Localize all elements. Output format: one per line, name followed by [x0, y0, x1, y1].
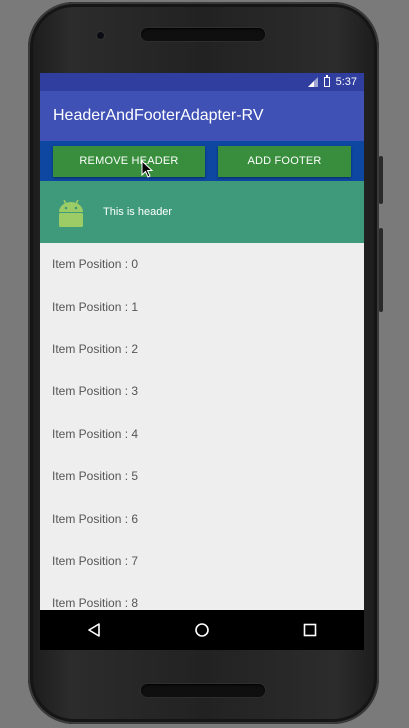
- bottom-speaker: [141, 684, 265, 697]
- list-item-label: Item Position : 7: [52, 553, 139, 568]
- item-list[interactable]: Item Position : 0 Item Position : 1 Item…: [40, 243, 364, 625]
- list-item[interactable]: Item Position : 7: [40, 540, 364, 582]
- list-item-label: Item Position : 0: [52, 257, 139, 272]
- list-item[interactable]: Item Position : 5: [40, 455, 364, 497]
- android-icon: [59, 199, 83, 227]
- list-item[interactable]: Item Position : 6: [40, 497, 364, 539]
- app-bar: HeaderAndFooterAdapter-RV: [40, 91, 364, 141]
- battery-icon: [323, 75, 330, 87]
- list-item-label: Item Position : 2: [52, 341, 139, 356]
- action-bar: REMOVE HEADER ADD FOOTER: [40, 141, 364, 181]
- list-item[interactable]: Item Position : 3: [40, 370, 364, 412]
- list-item-label: Item Position : 6: [52, 511, 139, 526]
- navigation-bar: [40, 610, 364, 650]
- list-item-label: Item Position : 1: [52, 299, 139, 314]
- front-camera: [97, 32, 104, 39]
- list-item-label: Item Position : 8: [52, 596, 139, 611]
- power-button: [379, 156, 383, 204]
- list-item[interactable]: Item Position : 2: [40, 328, 364, 370]
- status-time: 5:37: [335, 76, 357, 88]
- screen: 5:37 HeaderAndFooterAdapter-RV REMOVE HE…: [40, 73, 364, 650]
- signal-icon: [307, 77, 318, 87]
- list-item[interactable]: Item Position : 1: [40, 285, 364, 327]
- home-icon[interactable]: [194, 622, 210, 638]
- list-item[interactable]: Item Position : 4: [40, 413, 364, 455]
- back-icon[interactable]: [86, 622, 102, 638]
- list-item-label: Item Position : 5: [52, 469, 139, 484]
- app-title: HeaderAndFooterAdapter-RV: [53, 107, 264, 124]
- remove-header-button[interactable]: REMOVE HEADER: [53, 145, 205, 177]
- status-bar: 5:37: [40, 73, 364, 91]
- header-text: This is header: [103, 206, 173, 218]
- top-speaker: [141, 28, 265, 41]
- mouse-cursor-icon: [141, 160, 153, 178]
- list-item-label: Item Position : 4: [52, 426, 139, 441]
- list-header: This is header: [40, 181, 364, 243]
- recents-icon[interactable]: [302, 622, 318, 638]
- add-footer-button[interactable]: ADD FOOTER: [218, 145, 351, 177]
- list-item[interactable]: Item Position : 0: [40, 243, 364, 285]
- volume-button: [379, 228, 383, 312]
- list-item-label: Item Position : 3: [52, 384, 139, 399]
